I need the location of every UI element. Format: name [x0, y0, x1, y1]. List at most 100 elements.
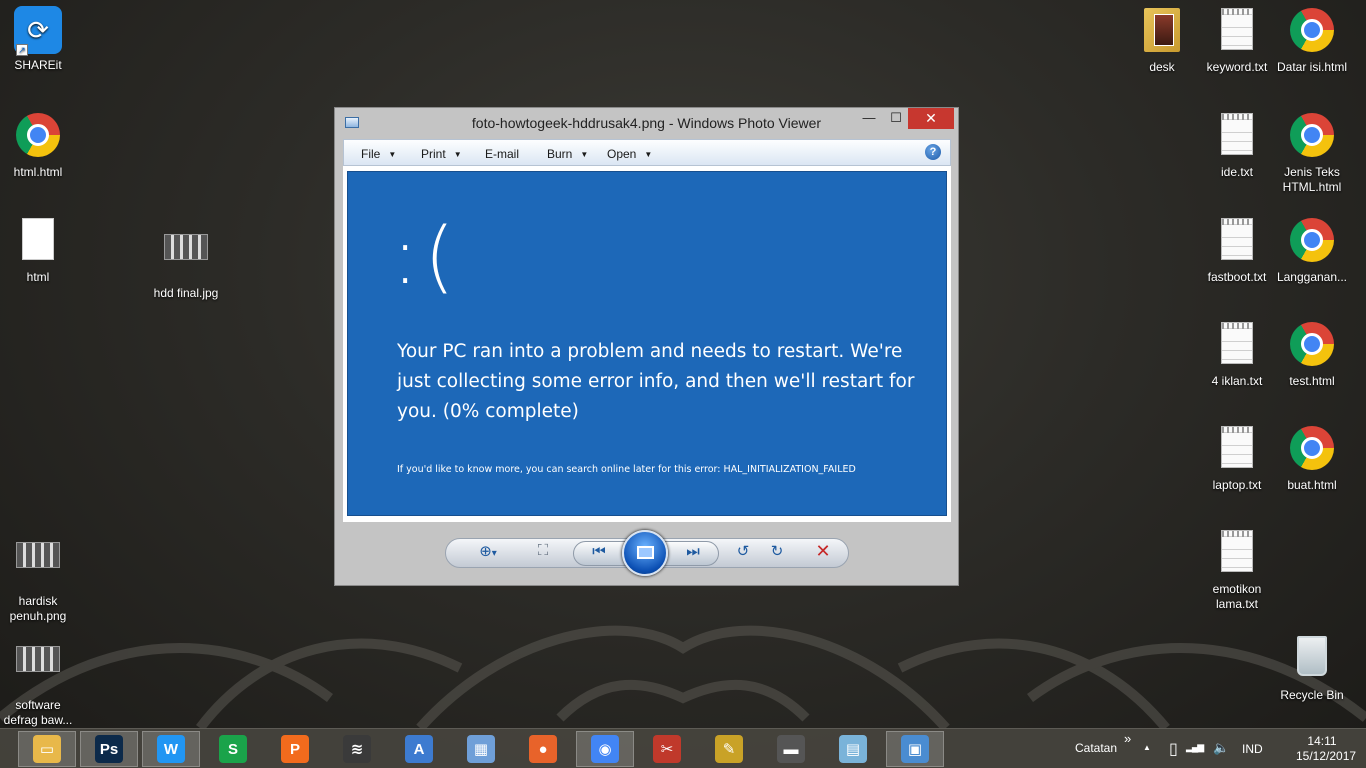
blank-file-icon: [22, 218, 54, 260]
desktop-icon-jenis-teks[interactable]: Jenis Teks HTML.html: [1274, 111, 1350, 195]
taskbar-app-notepad[interactable]: ▤: [824, 731, 882, 767]
chrome-icon: ◉: [591, 735, 619, 763]
image-thumbnail-icon: [16, 646, 60, 672]
wallpaper-tribal-pattern: [0, 625, 1366, 728]
menu-bar: File ▼ Print ▼ E-mail Burn ▼ Open ▼ ?: [343, 139, 951, 166]
text-file-icon: [1221, 8, 1253, 50]
desktop-icon-label: laptop.txt: [1212, 478, 1262, 492]
desktop-icon-html[interactable]: html: [0, 216, 76, 285]
network-signal-icon[interactable]: ▂▄▆: [1186, 742, 1204, 768]
next-button[interactable]: ⏭: [681, 543, 705, 560]
notepad-icon: ▤: [839, 735, 867, 763]
desktop-icon-label: emotikon lama.txt: [1212, 582, 1262, 611]
taskbar-app-chrome[interactable]: ◉: [576, 731, 634, 767]
desktop-icon-keyword-txt[interactable]: keyword.txt: [1199, 6, 1275, 75]
desktop-icon-hardisk-penuh[interactable]: hardisk penuh.png: [0, 530, 76, 624]
snipping-tool-icon: ✂: [653, 735, 681, 763]
menu-burn[interactable]: Burn ▼: [547, 147, 588, 161]
wordpad-icon: A: [405, 735, 433, 763]
zoom-button[interactable]: ⊕▾: [473, 542, 503, 560]
desktop-icon-label: html.html: [13, 165, 63, 179]
minimize-button[interactable]: —: [855, 108, 883, 129]
desktop-icon-datar-isi[interactable]: Datar isi.html: [1274, 6, 1350, 75]
menu-label: E-mail: [485, 147, 520, 161]
desktop-icon-fastboot-txt[interactable]: fastboot.txt: [1199, 216, 1275, 285]
taskbar-app-snipping-tool[interactable]: ✂: [638, 731, 696, 767]
desktop-icon-label: SHAREit: [14, 58, 62, 72]
maximize-button[interactable]: ☐: [882, 108, 910, 129]
image-thumbnail-icon: [16, 542, 60, 568]
desktop-icon-ide-txt[interactable]: ide.txt: [1199, 111, 1275, 180]
desktop-icon-label: hdd final.jpg: [153, 286, 219, 300]
clock[interactable]: 14:11 15/12/2017: [1296, 734, 1356, 764]
taskbar-app-wps-writer[interactable]: W: [142, 731, 200, 767]
volume-icon[interactable]: 🔈: [1213, 740, 1229, 768]
desktop-icon-laptop-txt[interactable]: laptop.txt: [1199, 424, 1275, 493]
viewer-control-bar: ⊕▾ ⛶ ⏮ ⏭ ↺ ↻ ✕: [335, 528, 960, 586]
title-bar[interactable]: foto-howtogeek-hddrusak4.png - Windows P…: [335, 108, 958, 138]
clock-time: 14:11: [1307, 734, 1337, 748]
desktop-icon-label: Recycle Bin: [1280, 688, 1344, 702]
chrome-icon: [1290, 113, 1334, 157]
slideshow-button[interactable]: [622, 530, 668, 576]
rotate-clockwise-button[interactable]: ↻: [767, 542, 787, 560]
taskbar-app-paint[interactable]: ✎: [700, 731, 758, 767]
taskbar-app-photo-viewer[interactable]: ▣: [886, 731, 944, 767]
desktop-icon-test-html[interactable]: test.html: [1274, 320, 1350, 389]
taskbar: ▭ Ps W S P ≋ A ▦ ● ◉ ✂ ✎ ▬ ▤ ▣ Catatan » ▲ ▯ ▂▄▆ 🔈 IND…: [0, 728, 1366, 768]
next-icon: ⏭: [686, 543, 700, 560]
toolbar-chevron-icon[interactable]: »: [1124, 731, 1131, 768]
taskbar-app-wordpad[interactable]: A: [390, 731, 448, 767]
language-indicator[interactable]: IND: [1242, 742, 1263, 768]
chrome-icon: [1290, 218, 1334, 262]
menu-label: File: [361, 147, 381, 161]
taskbar-app-wifi-app[interactable]: ≋: [328, 731, 386, 767]
chrome-icon: [16, 113, 60, 157]
desktop-icon-shareit[interactable]: ⟳ ↗ SHAREit: [0, 6, 76, 73]
previous-icon: ⏮: [592, 543, 606, 560]
taskbar-app-photoshop[interactable]: Ps: [80, 731, 138, 767]
bsod-error-code: If you'd like to know more, you can sear…: [397, 464, 856, 475]
taskbar-app-firefox[interactable]: ●: [514, 731, 572, 767]
taskbar-app-file-explorer[interactable]: ▭: [18, 731, 76, 767]
desktop-icon-label: html: [26, 270, 50, 284]
desktop-icon-langganan[interactable]: Langganan...: [1274, 216, 1350, 285]
text-file-icon: [1221, 426, 1253, 468]
actual-size-button[interactable]: ⛶: [532, 542, 554, 559]
desktop-icon-buat-html[interactable]: buat.html: [1274, 424, 1350, 493]
desktop-icon-hdd-final[interactable]: hdd final.jpg: [148, 222, 224, 301]
desktop-icon-emotikon-lama[interactable]: emotikon lama.txt: [1199, 528, 1275, 612]
file-explorer-icon: ▭: [33, 735, 61, 763]
taskbar-app-wps-presentation[interactable]: P: [266, 731, 324, 767]
menu-email[interactable]: E-mail: [485, 147, 519, 161]
taskbar-app-usb-drive[interactable]: ▬: [762, 731, 820, 767]
desktop-icon-label: Jenis Teks HTML.html: [1282, 165, 1342, 194]
fit-icon: ⛶: [537, 542, 549, 559]
taskbar-app-calculator[interactable]: ▦: [452, 731, 510, 767]
desktop-icon-label: software defrag baw...: [3, 698, 73, 727]
desktop-icon-desk[interactable]: desk: [1124, 6, 1200, 75]
desktop-icon-recycle-bin[interactable]: Recycle Bin: [1274, 632, 1350, 703]
wps-spreadsheets-icon: S: [219, 735, 247, 763]
desktop-icon-label: Datar isi.html: [1276, 60, 1347, 74]
help-icon[interactable]: ?: [925, 144, 941, 160]
delete-button[interactable]: ✕: [812, 541, 834, 562]
desktop-icon-4-iklan-txt[interactable]: 4 iklan.txt: [1199, 320, 1275, 389]
show-hidden-icons-button[interactable]: ▲: [1143, 743, 1151, 768]
folder-icon: [1144, 8, 1180, 52]
firefox-icon: ●: [529, 735, 557, 763]
desktop-icon-label: test.html: [1289, 374, 1335, 388]
menu-open[interactable]: Open ▼: [607, 147, 652, 161]
desktop-icon-html-html[interactable]: html.html: [0, 111, 76, 180]
wps-presentation-icon: P: [281, 735, 309, 763]
desktop-icon-software-defrag[interactable]: software defrag baw...: [0, 634, 76, 728]
previous-button[interactable]: ⏮: [587, 543, 611, 560]
battery-icon[interactable]: ▯: [1169, 739, 1178, 768]
menu-print[interactable]: Print ▼: [421, 147, 462, 161]
rotate-counterclockwise-button[interactable]: ↺: [733, 542, 753, 560]
chevron-down-icon: ▼: [644, 150, 653, 159]
menu-file[interactable]: File ▼: [361, 147, 396, 161]
taskbar-app-wps-spreadsheets[interactable]: S: [204, 731, 262, 767]
close-button[interactable]: ✕: [908, 108, 954, 129]
catatan-toolbar[interactable]: Catatan: [1075, 741, 1117, 768]
